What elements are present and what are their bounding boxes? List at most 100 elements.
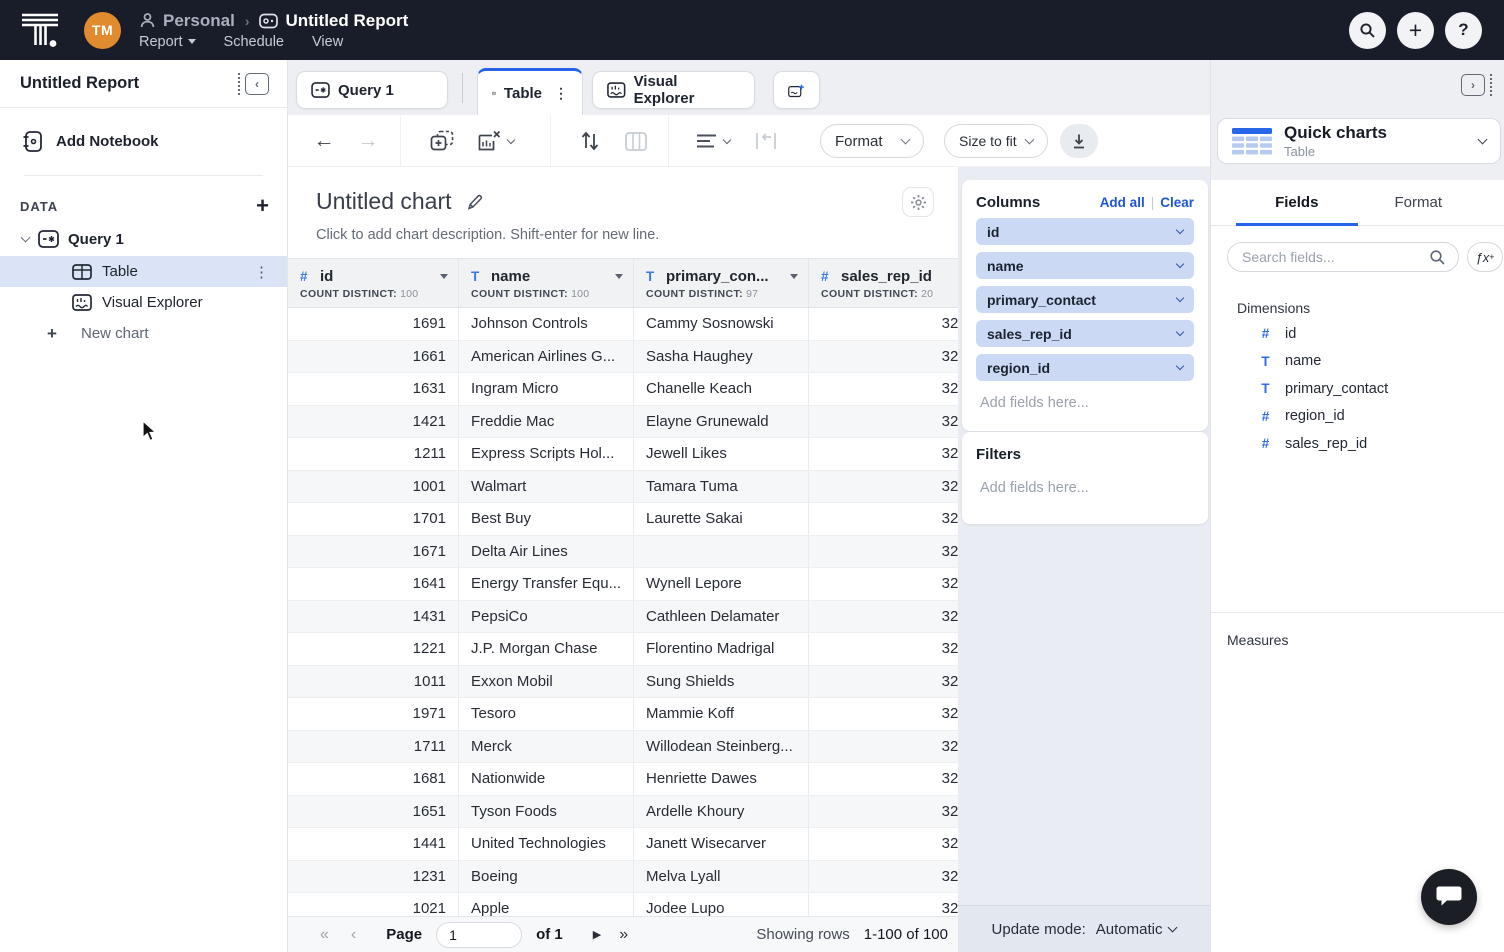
table-row[interactable]: 1441 United Technologies Janett Wisecarv…: [288, 828, 958, 861]
chart-title[interactable]: Untitled chart: [316, 188, 452, 215]
table-row[interactable]: 1001 Walmart Tamara Tuma 3215: [288, 471, 958, 504]
chart-settings-button[interactable]: [902, 187, 934, 217]
sort-button[interactable]: [570, 115, 610, 167]
edit-pencil-icon[interactable]: [466, 193, 484, 211]
add-formula-button[interactable]: ƒx+: [1467, 242, 1503, 272]
column-header-id[interactable]: # id COUNT DISTINCT: 100: [288, 259, 459, 307]
stat-label: COUNT DISTINCT:: [300, 288, 397, 300]
tab-table[interactable]: Table ⋮: [477, 68, 583, 115]
table-row[interactable]: 1631 Ingram Micro Chanelle Keach 3215: [288, 373, 958, 406]
add-filters-placeholder[interactable]: Add fields here...: [980, 480, 1194, 496]
table-row[interactable]: 1211 Express Scripts Hol... Jewell Likes…: [288, 438, 958, 471]
table-row[interactable]: 1671 Delta Air Lines 3215: [288, 536, 958, 569]
table-row[interactable]: 1651 Tyson Foods Ardelle Khoury 3215: [288, 796, 958, 829]
copy-chart-button[interactable]: [422, 115, 462, 167]
item-menu-icon[interactable]: ⋮: [254, 263, 269, 281]
tab-format[interactable]: Format: [1358, 180, 1480, 225]
column-pill[interactable]: primary_contact: [976, 286, 1194, 313]
column-dropdown-icon[interactable]: [615, 274, 623, 279]
table-row[interactable]: 1681 Nationwide Henriette Dawes 3215: [288, 763, 958, 796]
tab-menu-icon[interactable]: ⋮: [554, 85, 568, 102]
table-row[interactable]: 1971 Tesoro Mammie Koff 3215: [288, 698, 958, 731]
search-fields-input[interactable]: [1227, 242, 1459, 272]
breadcrumb-report[interactable]: Untitled Report: [285, 11, 408, 31]
breadcrumb-workspace[interactable]: Personal: [163, 11, 235, 31]
tab-query-1[interactable]: Query 1: [296, 71, 448, 109]
table-row[interactable]: 1661 American Airlines G... Sasha Haughe…: [288, 341, 958, 374]
tab-fields[interactable]: Fields: [1236, 180, 1358, 225]
add-notebook-button[interactable]: Add Notebook: [0, 108, 287, 153]
column-header-name[interactable]: T name COUNT DISTINCT: 100: [459, 259, 634, 307]
app-logo[interactable]: [20, 12, 60, 48]
sidebar-query-label: Query 1: [68, 231, 124, 248]
redo-button[interactable]: →: [350, 115, 386, 167]
column-pill[interactable]: name: [976, 252, 1194, 279]
field-item[interactable]: T name: [1211, 348, 1504, 376]
table-icon: [492, 86, 496, 101]
right-panel-collapse-button[interactable]: ›: [1461, 74, 1492, 96]
table-row[interactable]: 1701 Best Buy Laurette Sakai 3215: [288, 503, 958, 536]
search-button[interactable]: [1349, 12, 1386, 49]
help-button[interactable]: ?: [1445, 12, 1482, 49]
column-header-primary-contact[interactable]: T primary_con... COUNT DISTINCT: 97: [634, 259, 809, 307]
table-row[interactable]: 1711 Merck Willodean Steinberg... 3215: [288, 731, 958, 764]
add-fields-placeholder[interactable]: Add fields here...: [980, 395, 1194, 411]
table-row[interactable]: 1011 Exxon Mobil Sung Shields 3215: [288, 666, 958, 699]
cell-name: Tyson Foods: [459, 796, 634, 828]
previous-page-button[interactable]: ‹: [351, 926, 356, 944]
chart-description-placeholder[interactable]: Click to add chart description. Shift-en…: [316, 227, 659, 243]
table-row[interactable]: 1231 Boeing Melva Lyall 3215: [288, 861, 958, 894]
menu-view[interactable]: View: [312, 34, 343, 50]
delete-chart-button[interactable]: [470, 115, 522, 167]
last-page-button[interactable]: »: [619, 926, 628, 944]
avatar[interactable]: TM: [84, 12, 121, 49]
download-button[interactable]: [1060, 124, 1098, 158]
column-pill[interactable]: sales_rep_id: [976, 320, 1194, 347]
format-dropdown[interactable]: Format: [820, 124, 924, 158]
clear-link[interactable]: Clear: [1160, 195, 1194, 210]
text-type-icon: T: [646, 269, 658, 284]
table-row[interactable]: 1421 Freddie Mac Elayne Grunewald 3215: [288, 406, 958, 439]
first-page-button[interactable]: «: [320, 926, 329, 944]
field-item[interactable]: # region_id: [1211, 403, 1504, 431]
field-item[interactable]: # id: [1211, 320, 1504, 348]
column-pill[interactable]: region_id: [976, 354, 1194, 381]
tab-visual-explorer[interactable]: Visual Explorer: [592, 71, 755, 109]
column-dropdown-icon[interactable]: [440, 274, 448, 279]
field-item[interactable]: T primary_contact: [1211, 375, 1504, 403]
undo-button[interactable]: ←: [306, 115, 342, 167]
menu-report[interactable]: Report: [139, 34, 183, 50]
menu-schedule[interactable]: Schedule: [224, 34, 284, 50]
add-data-button[interactable]: +: [256, 198, 269, 214]
query-icon: [38, 230, 59, 248]
sidebar-collapse-button[interactable]: ‹: [238, 73, 269, 95]
sidebar-query-row[interactable]: Query 1: [0, 214, 287, 256]
table-row[interactable]: 1221 J.P. Morgan Chase Florentino Madrig…: [288, 633, 958, 666]
table-row[interactable]: 1021 Apple Jodee Lupo 3215: [288, 893, 958, 916]
sidebar-item-table[interactable]: Table ⋮: [0, 256, 287, 287]
column-header-sales-rep-id[interactable]: # sales_rep_id COUNT DISTINCT: 20: [809, 259, 958, 307]
quick-charts-selector[interactable]: Quick charts Table: [1217, 118, 1501, 164]
update-mode-dropdown[interactable]: Automatic: [1096, 921, 1177, 938]
help-chat-button[interactable]: [1421, 869, 1477, 925]
cell-sales-rep-id: 3215: [809, 471, 958, 503]
field-item[interactable]: # sales_rep_id: [1211, 430, 1504, 458]
table-row[interactable]: 1691 Johnson Controls Cammy Sosnowski 32…: [288, 308, 958, 341]
size-to-fit-dropdown[interactable]: Size to fit: [944, 124, 1048, 158]
filters-title: Filters: [976, 446, 1194, 463]
page-number-input[interactable]: [436, 922, 522, 948]
next-page-button[interactable]: ▶: [593, 928, 601, 941]
text-align-button[interactable]: [686, 115, 740, 167]
freeze-columns-button[interactable]: [616, 115, 656, 167]
new-chart-tab-button[interactable]: [773, 71, 820, 109]
add-all-link[interactable]: Add all: [1100, 195, 1145, 210]
table-row[interactable]: 1641 Energy Transfer Equ... Wynell Lepor…: [288, 568, 958, 601]
column-dropdown-icon[interactable]: [790, 274, 798, 279]
wrap-text-button[interactable]: [746, 115, 786, 167]
sidebar-item-visual-explorer[interactable]: Visual Explorer: [0, 287, 287, 318]
sidebar-item-new-chart[interactable]: + New chart: [0, 318, 287, 349]
table-row[interactable]: 1431 PepsiCo Cathleen Delamater 3215: [288, 601, 958, 634]
cell-primary-contact: Cammy Sosnowski: [634, 308, 809, 340]
column-pill[interactable]: id: [976, 218, 1194, 245]
add-button[interactable]: +: [1397, 12, 1434, 49]
